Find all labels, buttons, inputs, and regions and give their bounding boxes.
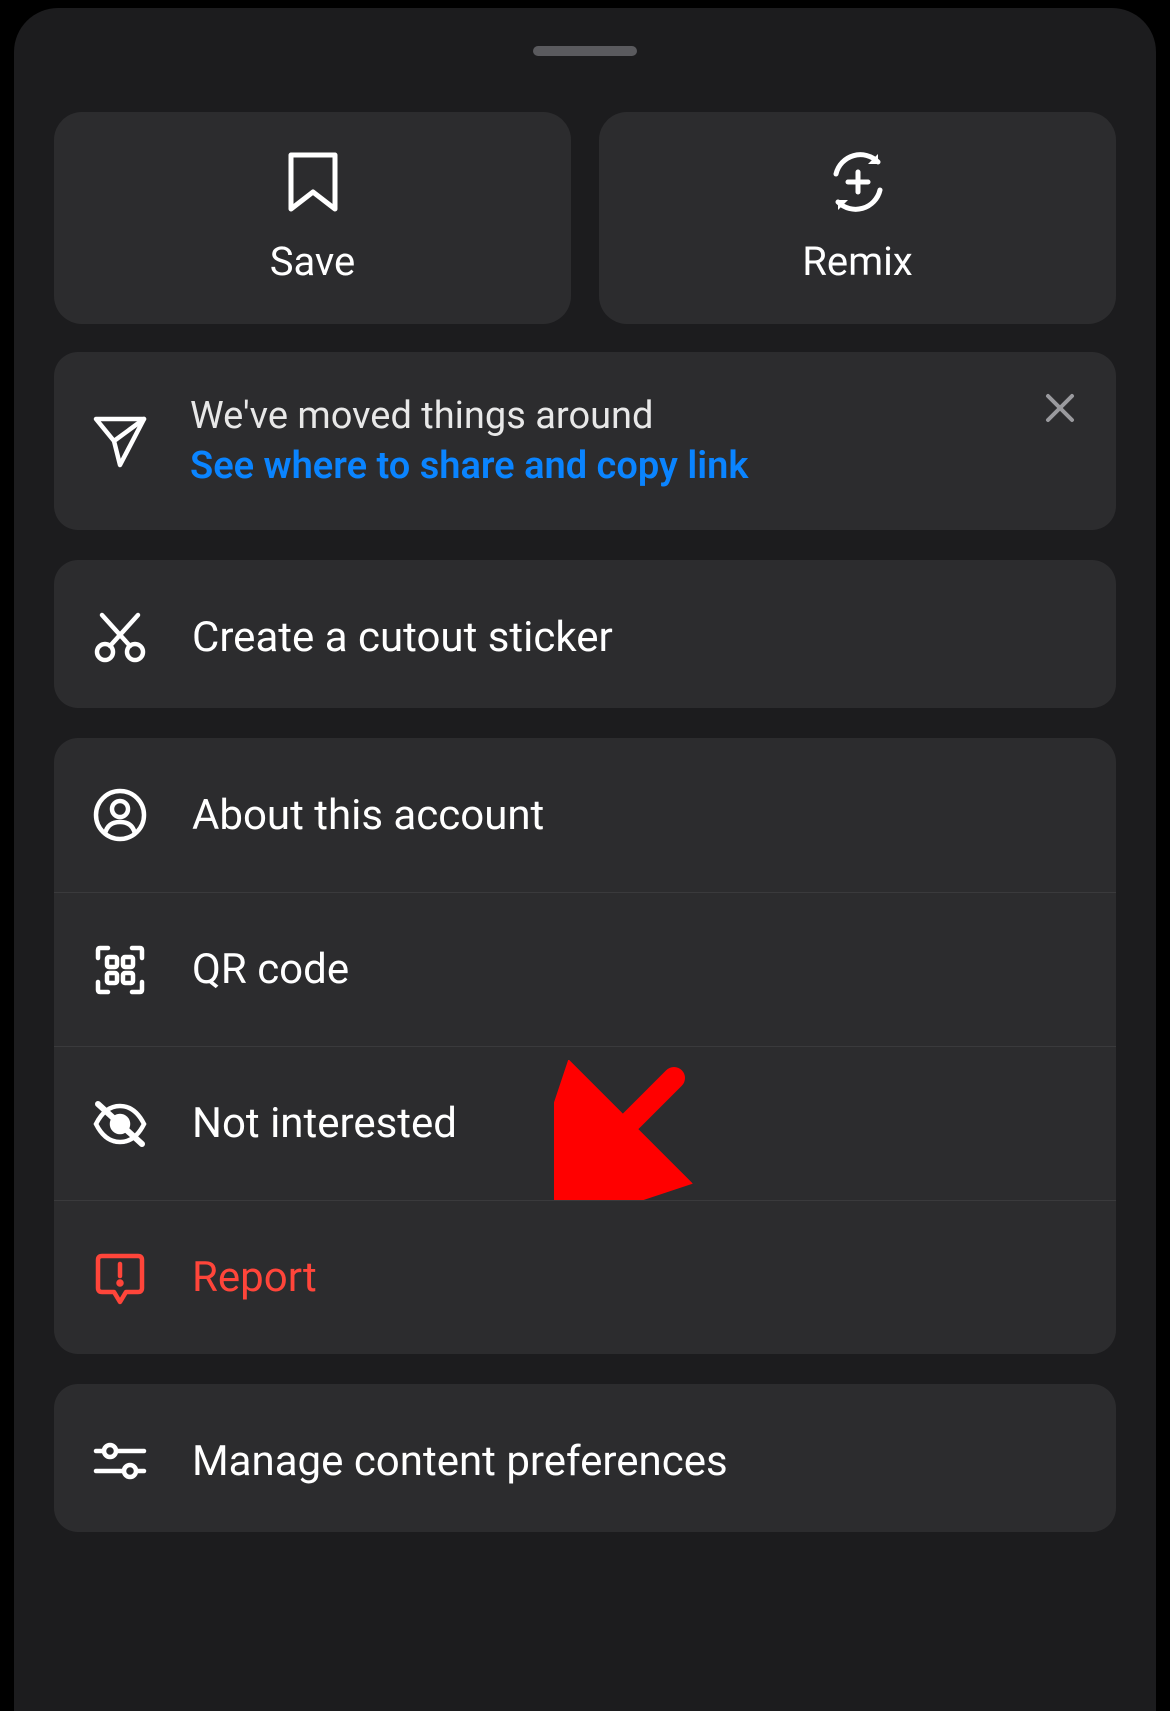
remix-icon: [828, 152, 888, 212]
about-account-item[interactable]: About this account: [54, 738, 1116, 892]
not-interested-label: Not interested: [192, 1099, 457, 1148]
banner-text: We've moved things around See where to s…: [190, 394, 748, 488]
remix-button[interactable]: Remix: [599, 112, 1116, 324]
action-sheet: Save Remix We've m: [14, 8, 1156, 1711]
eye-slash-icon: [90, 1098, 150, 1150]
qr-code-icon: [90, 942, 150, 998]
person-circle-icon: [90, 787, 150, 843]
banner-line1: We've moved things around: [190, 394, 748, 438]
send-icon: [90, 413, 150, 469]
manage-prefs-label: Manage content preferences: [192, 1437, 728, 1486]
cutout-label: Create a cutout sticker: [192, 613, 613, 662]
report-item[interactable]: Report: [54, 1200, 1116, 1354]
report-label: Report: [192, 1253, 317, 1302]
main-menu-group: About this account QR code: [54, 738, 1116, 1354]
bookmark-icon: [283, 152, 343, 212]
sheet-grabber[interactable]: [533, 46, 637, 56]
create-cutout-item[interactable]: Create a cutout sticker: [54, 560, 1116, 708]
remix-label: Remix: [802, 238, 913, 285]
close-icon[interactable]: [1044, 392, 1076, 428]
banner-link[interactable]: See where to share and copy link: [190, 444, 748, 488]
qr-label: QR code: [192, 945, 349, 994]
save-label: Save: [270, 238, 356, 285]
report-icon: [90, 1250, 150, 1306]
qr-code-item[interactable]: QR code: [54, 892, 1116, 1046]
primary-actions-row: Save Remix: [54, 112, 1116, 324]
scissors-icon: [90, 609, 150, 665]
share-info-banner[interactable]: We've moved things around See where to s…: [54, 352, 1116, 530]
cutout-group: Create a cutout sticker: [54, 560, 1116, 708]
not-interested-item[interactable]: Not interested: [54, 1046, 1116, 1200]
save-button[interactable]: Save: [54, 112, 571, 324]
about-label: About this account: [192, 791, 544, 840]
sliders-icon: [90, 1437, 150, 1485]
manage-prefs-item[interactable]: Manage content preferences: [54, 1384, 1116, 1532]
manage-prefs-group: Manage content preferences: [54, 1384, 1116, 1532]
